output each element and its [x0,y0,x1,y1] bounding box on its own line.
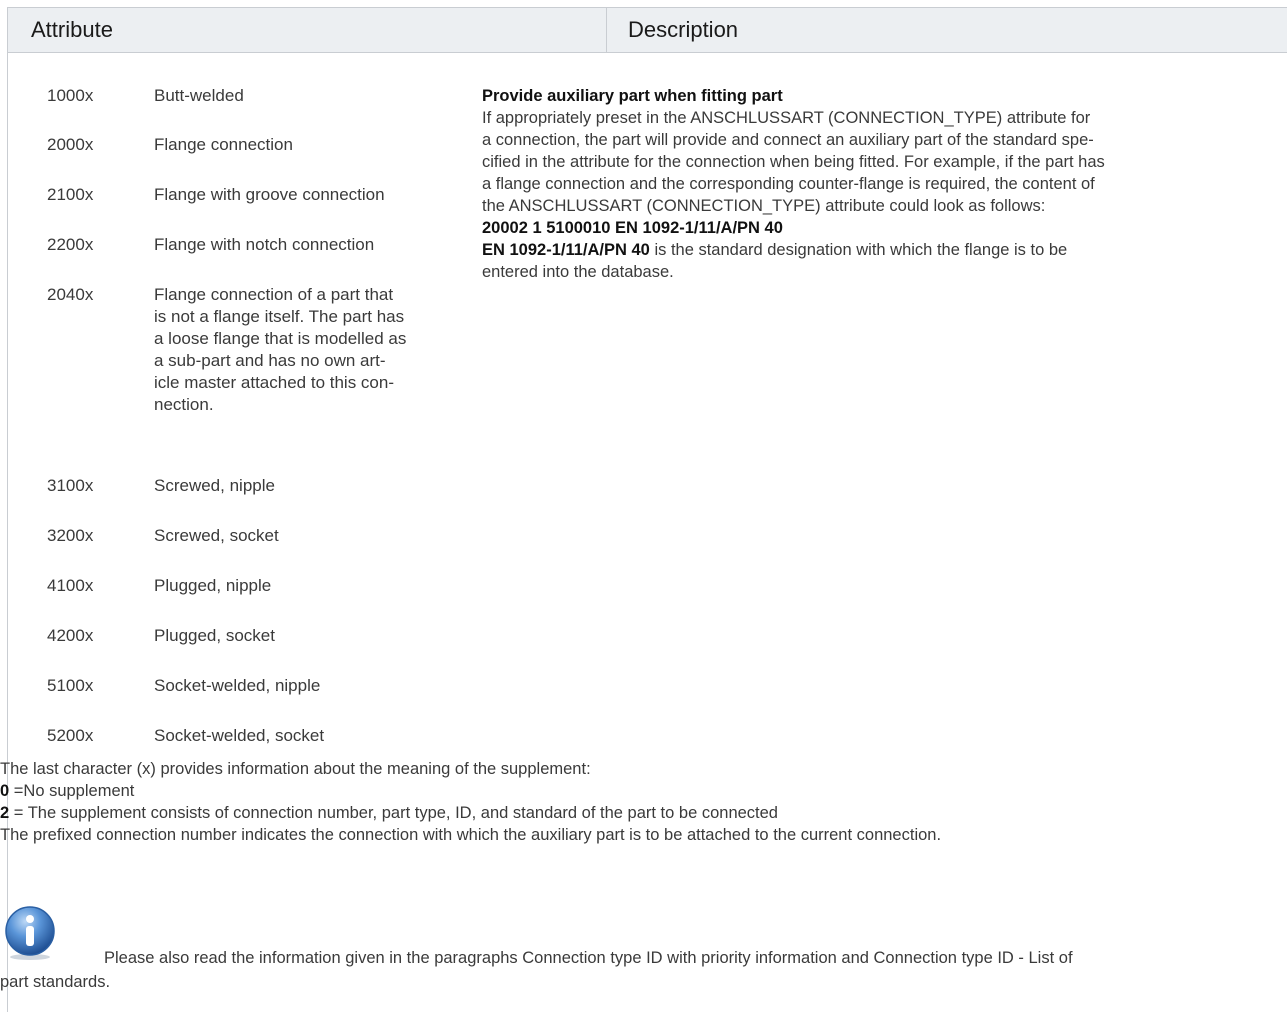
info-note-line: part standards. [0,973,111,991]
description-line: cified in the attribute for the connecti… [482,153,1105,171]
row-code: 2000x [47,135,94,154]
row-label: Flange with notch connection [154,235,375,254]
row-code: 5200x [47,726,94,745]
description-title: Provide auxiliary part when fitting part [482,87,783,105]
note-text: = The supplement consists of connection … [9,804,778,822]
row-label: Plugged, nipple [154,576,272,595]
row-label-line: nection. [154,395,214,414]
description-block: Provide auxiliary part when fitting part… [482,85,1217,283]
row-label: Screwed, socket [154,526,279,545]
row-code: 4100x [47,576,94,595]
row-label: Plugged, socket [154,626,275,645]
standard-text: is the standard designation with which t… [649,241,1068,259]
row-label: Flange with groove connection [154,185,385,204]
row-label-line: is not a flange itself. The part has [154,307,405,326]
note-line: The last character (x) provides informat… [0,760,591,778]
info-note: Please also read the information given i… [0,946,1278,994]
note-number: 2 [0,804,10,822]
header-divider [606,8,607,52]
note-line: 2 = The supplement consists of connectio… [0,802,1270,824]
row-code: 1000x [47,86,94,105]
description-line: If appropriately preset in the ANSCHLUSS… [482,109,1091,127]
standard-designation: EN 1092-1/11/A/PN 40 [482,241,650,259]
row-label-line: a loose flange that is modelled as [154,329,407,348]
info-note-text: Please also read the information given i… [104,949,1073,967]
supplement-notes: The last character (x) provides informat… [0,758,1270,846]
row-label: Screwed, nipple [154,476,275,495]
row-code: 4200x [47,626,94,645]
header-description: Description [628,17,739,42]
description-line: the ANSCHLUSSART (CONNECTION_TYPE) attri… [482,197,1046,215]
description-line: entered into the database. [482,263,674,281]
row-label: Socket-welded, nipple [154,676,321,695]
row-code: 3200x [47,526,94,545]
note-line: The prefixed connection number indicates… [0,826,942,844]
row-code: 2100x [47,185,94,204]
row-label: Socket-welded, socket [154,726,325,745]
note-number: 0 [0,782,10,800]
row-label: Flange connection [154,135,293,154]
header-attribute: Attribute [31,17,113,42]
description-example: 20002 1 5100010 EN 1092-1/11/A/PN 40 [482,219,783,237]
note-text: =No supplement [9,782,135,800]
row-label-line: Flange connection of a part that [154,285,394,304]
note-line: 0 =No supplement [0,780,1270,802]
row-code: 3100x [47,476,94,495]
row-code: 2200x [47,235,94,254]
description-line: a flange connection and the correspondin… [482,175,1095,193]
table-header: Attribute Description [8,8,1287,53]
row-label-line: a sub-part and has no own art- [154,351,386,370]
description-line: a connection, the part will provide and … [482,131,1094,149]
row-label-line: icle master attached to this con- [154,373,395,392]
row-label-multiline: Flange connection of a part that is not … [154,284,444,416]
row-code: 2040x [47,285,94,304]
description-standard: EN 1092-1/11/A/PN 40 is the standard des… [482,239,1217,261]
info-note-line: Please also read the information given i… [0,946,1278,970]
row-code: 5100x [47,676,94,695]
row-label: Butt-welded [154,86,244,105]
